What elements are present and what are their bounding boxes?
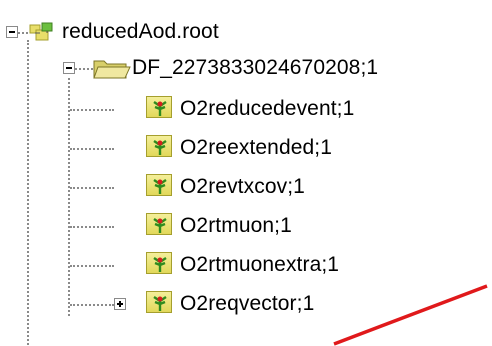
file-tree: reducedAod.root DF_2273833024670208;1 O2… — [0, 0, 492, 346]
annotation-arrow-icon — [333, 284, 488, 346]
